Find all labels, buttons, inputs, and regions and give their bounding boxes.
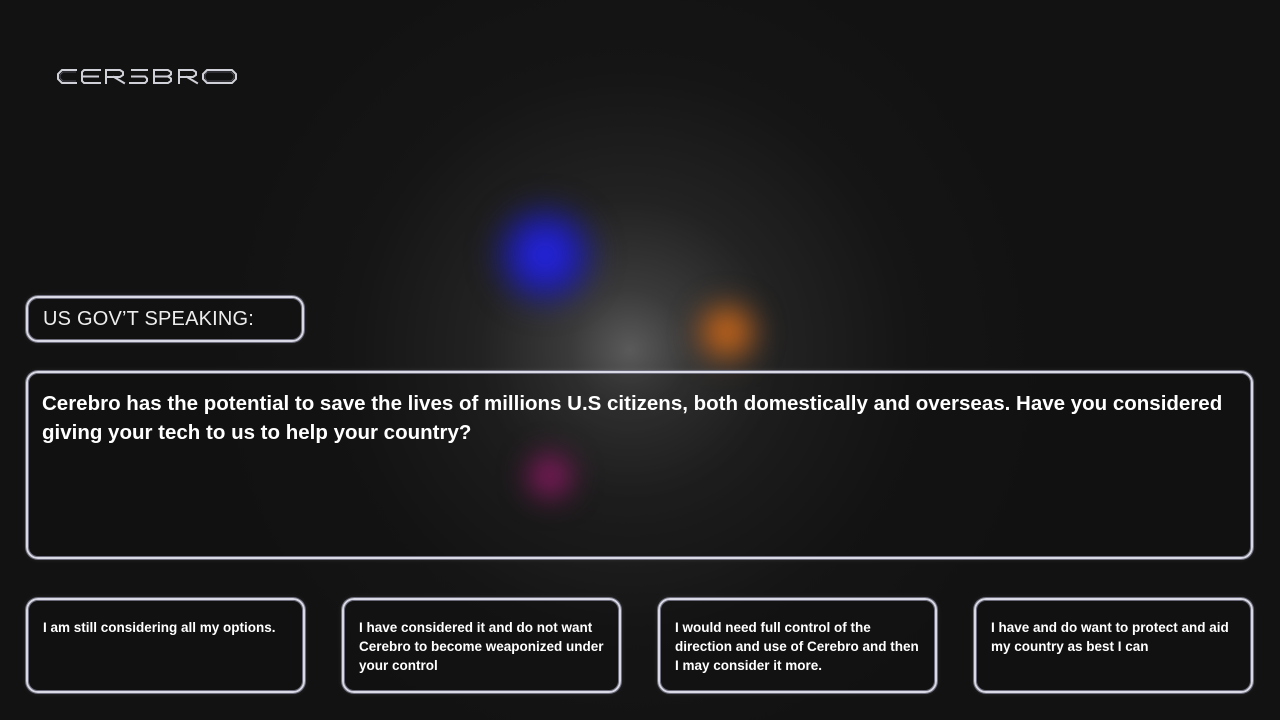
game-screen: US GOV’T SPEAKING: Cerebro has the poten… bbox=[0, 0, 1280, 720]
dialog-option-3[interactable]: I would need full control of the directi… bbox=[658, 598, 937, 693]
dialog-text: Cerebro has the potential to save the li… bbox=[42, 392, 1223, 444]
blue-glow-orb bbox=[490, 200, 600, 310]
speaker-label-box: US GOV’T SPEAKING: bbox=[26, 296, 304, 342]
dialog-option-label: I am still considering all my options. bbox=[43, 620, 276, 635]
cerebro-logo bbox=[57, 69, 237, 85]
orange-glow-orb bbox=[695, 300, 759, 364]
dialog-option-1[interactable]: I am still considering all my options. bbox=[26, 598, 305, 693]
dialog-box: Cerebro has the potential to save the li… bbox=[26, 371, 1253, 559]
dialog-option-4[interactable]: I have and do want to protect and aid my… bbox=[974, 598, 1253, 693]
dialog-option-2[interactable]: I have considered it and do not want Cer… bbox=[342, 598, 621, 693]
dialog-option-label: I would need full control of the directi… bbox=[675, 620, 919, 673]
dialog-option-label: I have considered it and do not want Cer… bbox=[359, 620, 604, 673]
dialog-option-label: I have and do want to protect and aid my… bbox=[991, 620, 1229, 654]
speaker-label: US GOV’T SPEAKING: bbox=[43, 308, 255, 330]
